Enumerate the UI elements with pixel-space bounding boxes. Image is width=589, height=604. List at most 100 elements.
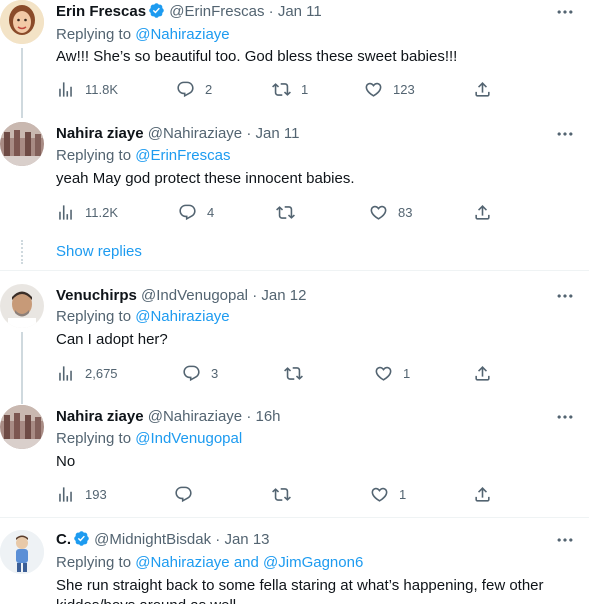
share-button[interactable] [473,79,492,99]
display-name[interactable]: C. [56,531,71,548]
replying-to: Replying to @IndVenugopal [56,429,242,449]
share-icon [473,364,492,383]
retweet-button[interactable]: 1 [272,79,308,99]
separator-dot: · [252,287,258,304]
reply-icon [176,80,195,99]
more-icon[interactable] [555,530,575,550]
reply-button[interactable] [174,484,203,504]
user-handle[interactable]: @MidnightBisdak [94,531,211,548]
views-button[interactable]: 11.2K [56,202,118,222]
more-icon[interactable] [555,2,575,22]
retweet-button[interactable] [276,202,305,222]
views-icon [56,485,75,504]
reply-count: 2 [205,81,213,97]
divider [0,270,589,271]
show-replies-link[interactable]: Show replies [56,243,142,260]
replying-label: Replying to [56,147,132,164]
display-name[interactable]: Nahira ziaye [56,408,144,425]
user-handle[interactable]: @Nahiraziaye [148,408,242,425]
user-handle[interactable]: @ErinFrescas [169,3,264,20]
views-button[interactable]: 2,675 [56,363,118,383]
avatar[interactable] [0,530,44,574]
reply-icon [178,203,197,222]
display-name[interactable]: Erin Frescas [56,3,146,20]
like-count: 123 [393,81,415,97]
views-button[interactable]: 11.8K [56,79,118,99]
more-icon[interactable] [555,124,575,144]
tweet-header: C. @MidnightBisdak · Jan 13 [56,530,270,550]
avatar[interactable] [0,122,44,166]
share-icon [473,203,492,222]
views-icon [56,80,75,99]
avatar-image [0,284,44,328]
tweet-date[interactable]: 16h [256,408,281,425]
tweet-date[interactable]: Jan 11 [278,3,322,20]
replying-to: Replying to @Nahiraziaye and @JimGagnon6 [56,553,363,573]
thread-dotted-connector [21,240,23,264]
share-button[interactable] [473,202,492,222]
tweet-text: She run straight back to some fella star… [56,577,544,594]
action-bar: 11.2K 4 83 [56,202,496,222]
more-icon[interactable] [555,407,575,427]
retweet-button[interactable] [284,363,313,383]
mention-link[interactable]: @Nahiraziaye [135,308,229,325]
share-button[interactable] [473,363,492,383]
avatar[interactable] [0,405,44,449]
mention-link[interactable]: @IndVenugopal [135,430,242,447]
like-button[interactable]: 123 [364,79,415,99]
tweet-date[interactable]: Jan 12 [261,287,306,304]
share-button[interactable] [473,484,492,504]
mention-link[interactable]: @Nahiraziaye and @JimGagnon6 [135,554,363,571]
reply-count: 4 [207,204,215,220]
retweet-count: 1 [301,81,309,97]
avatar-image [0,122,44,166]
more-icon[interactable] [555,286,575,306]
like-button[interactable]: 1 [374,363,410,383]
separator-dot: · [246,408,252,425]
reply-button[interactable]: 3 [182,363,218,383]
action-bar: 193 1 [56,484,496,504]
separator-dot: · [268,3,274,20]
divider [0,517,589,518]
reply-button[interactable]: 4 [178,202,214,222]
action-bar: 2,675 3 1 [56,363,496,383]
like-icon [370,485,389,504]
tweet-nahira-ziaye-2[interactable]: Nahira ziaye @Nahiraziaye · 16h Replying… [0,405,589,505]
tweet-date[interactable]: Jan 11 [256,125,300,142]
user-handle[interactable]: @Nahiraziaye [148,125,242,142]
mention-link[interactable]: @Nahiraziaye [135,26,229,43]
like-count: 1 [399,486,407,502]
avatar-image [0,0,44,44]
tweet-text: Aw!!! She’s so beautiful too. God bless … [56,48,458,65]
tweet-venuchirps[interactable]: Venuchirps @IndVenugopal · Jan 12 Replyi… [0,284,589,394]
like-button[interactable]: 83 [369,202,412,222]
tweet-text: yeah May god protect these innocent babi… [56,170,355,187]
share-icon [473,485,492,504]
retweet-icon [284,364,303,383]
views-button[interactable]: 193 [56,484,107,504]
like-button[interactable]: 1 [370,484,406,504]
separator-dot: · [215,531,221,548]
reply-button[interactable]: 2 [176,79,212,99]
tweet-nahira-ziaye-1[interactable]: Nahira ziaye @Nahiraziaye · Jan 11 Reply… [0,122,589,234]
replying-label: Replying to [56,26,132,43]
tweet-midnightbisdak[interactable]: C. @MidnightBisdak · Jan 13 Replying to … [0,530,589,604]
mention-link[interactable]: @ErinFrescas [135,147,230,164]
avatar-image [0,530,44,574]
tweet-header: Nahira ziaye @Nahiraziaye · 16h [56,407,281,427]
tweet-text: Can I adopt her? [56,331,168,348]
tweet-text: No [56,453,76,470]
verified-icon [148,2,165,19]
reply-icon [174,485,193,504]
display-name[interactable]: Venuchirps [56,287,137,304]
tweet-header: Nahira ziaye @Nahiraziaye · Jan 11 [56,124,299,144]
display-name[interactable]: Nahira ziaye [56,125,144,142]
user-handle[interactable]: @IndVenugopal [141,287,248,304]
retweet-icon [276,203,295,222]
avatar-image [0,405,44,449]
avatar[interactable] [0,284,44,328]
avatar[interactable] [0,0,44,44]
retweet-button[interactable] [272,484,301,504]
tweet-erin-frescas[interactable]: Erin Frescas @ErinFrescas · Jan 11 Reply… [0,0,589,118]
tweet-date[interactable]: Jan 13 [224,531,269,548]
